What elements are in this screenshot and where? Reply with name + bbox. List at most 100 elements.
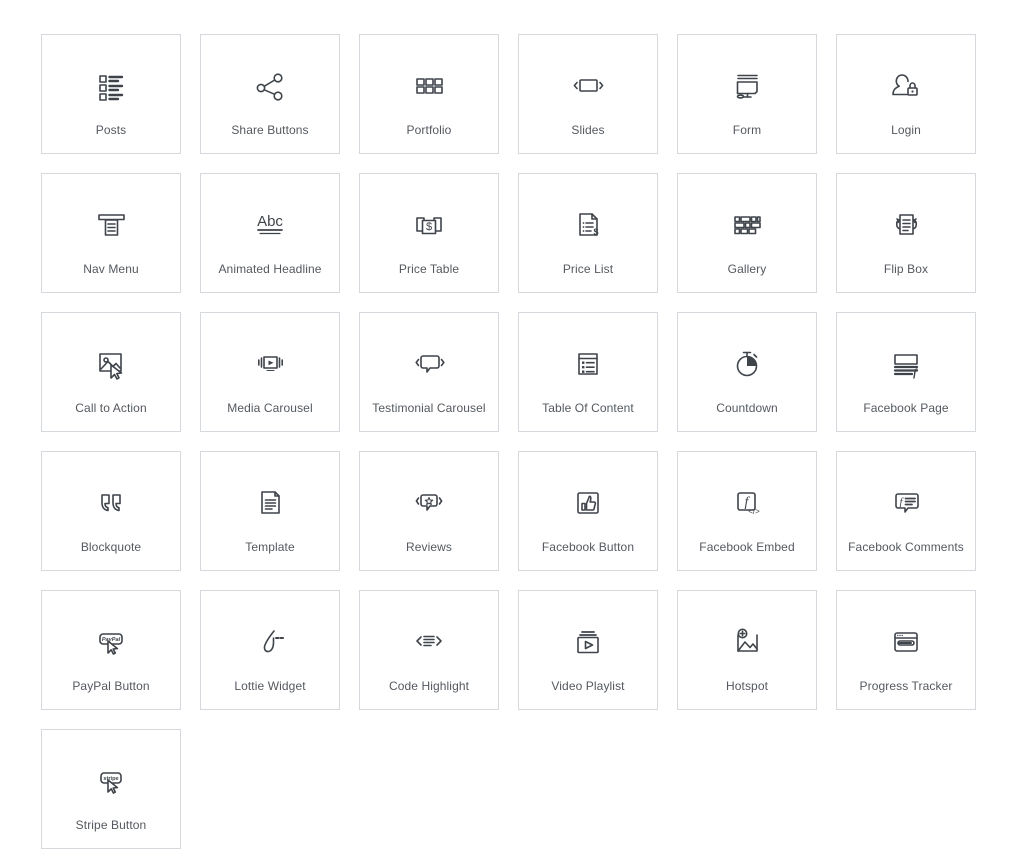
- gallery-masonry-icon: [678, 196, 816, 252]
- widget-card-progress-tracker[interactable]: Progress Tracker: [836, 590, 976, 710]
- widget-card-video-playlist[interactable]: Video Playlist: [518, 590, 658, 710]
- widget-card-call-to-action[interactable]: Call to Action: [41, 312, 181, 432]
- flip-card-arrows-icon: [837, 196, 975, 252]
- document-folded-icon: [201, 474, 339, 530]
- widget-label: Stripe Button: [75, 818, 147, 832]
- widget-card-code-highlight[interactable]: Code Highlight: [359, 590, 499, 710]
- widget-label: Gallery: [727, 262, 767, 276]
- svg-text:$: $: [593, 227, 598, 237]
- widget-card-flip-box[interactable]: Flip Box: [836, 173, 976, 293]
- widget-card-facebook-button[interactable]: Facebook Button: [518, 451, 658, 571]
- widget-label: Posts: [95, 123, 127, 137]
- stripe-button-cursor-icon: stripe: [42, 752, 180, 808]
- svg-text:stripe: stripe: [103, 776, 118, 782]
- widget-label: Call to Action: [75, 401, 147, 415]
- widget-card-form[interactable]: Form: [677, 34, 817, 154]
- widget-card-blockquote[interactable]: Blockquote: [41, 451, 181, 571]
- abc-underline-icon: Abc: [201, 196, 339, 252]
- media-play-carousel-icon: [201, 335, 339, 391]
- widget-label: Countdown: [716, 401, 778, 415]
- widget-label: Portfolio: [406, 123, 452, 137]
- widget-card-facebook-comments[interactable]: f Facebook Comments: [836, 451, 976, 571]
- lottie-stroke-icon: [201, 613, 339, 669]
- widget-label: Price List: [562, 262, 614, 276]
- image-cursor-icon: [42, 335, 180, 391]
- slide-arrows-icon: [519, 57, 657, 113]
- document-list-icon: [519, 335, 657, 391]
- widget-card-facebook-embed[interactable]: f </> Facebook Embed: [677, 451, 817, 571]
- widget-label: Price Table: [398, 262, 460, 276]
- widget-grid: Posts Share Buttons Portfolio Slides Form Log…: [0, 0, 1024, 849]
- price-document-dollar-icon: $: [519, 196, 657, 252]
- stopwatch-icon: [678, 335, 816, 391]
- widget-label: Facebook Comments: [848, 540, 964, 554]
- widget-label: PayPal Button: [72, 679, 150, 693]
- widget-label: Blockquote: [80, 540, 142, 554]
- facebook-comment-bubble-icon: f: [837, 474, 975, 530]
- widget-label: Video Playlist: [551, 679, 625, 693]
- widget-card-posts[interactable]: Posts: [41, 34, 181, 154]
- widget-card-paypal-button[interactable]: PayPal PayPal Button: [41, 590, 181, 710]
- widget-label: Facebook Page: [863, 401, 949, 415]
- widget-label: Animated Headline: [218, 262, 322, 276]
- user-lock-icon: [837, 57, 975, 113]
- facebook-code-icon: f </>: [678, 474, 816, 530]
- widget-label: Hotspot: [725, 679, 769, 693]
- widget-label: Table Of Content: [542, 401, 634, 415]
- widget-label: Media Carousel: [227, 401, 313, 415]
- video-playlist-play-icon: [519, 613, 657, 669]
- image-plus-icon: [678, 613, 816, 669]
- widget-card-price-list[interactable]: $ Price List: [518, 173, 658, 293]
- grid-six-squares-icon: [360, 57, 498, 113]
- widget-card-animated-headline[interactable]: Abc Animated Headline: [200, 173, 340, 293]
- widget-label: Facebook Embed: [699, 540, 795, 554]
- widget-card-facebook-page[interactable]: f Facebook Page: [836, 312, 976, 432]
- widget-label: Template: [245, 540, 295, 554]
- widget-label: Slides: [571, 123, 605, 137]
- widget-label: Form: [732, 123, 762, 137]
- browser-progress-bar-icon: [837, 613, 975, 669]
- speech-bubble-star-icon: [360, 474, 498, 530]
- widget-card-nav-menu[interactable]: Nav Menu: [41, 173, 181, 293]
- widget-card-gallery[interactable]: Gallery: [677, 173, 817, 293]
- widget-card-testimonial-carousel[interactable]: Testimonial Carousel: [359, 312, 499, 432]
- widget-label: Share Buttons: [231, 123, 309, 137]
- quotation-marks-icon: [42, 474, 180, 530]
- nav-dropdown-icon: [42, 196, 180, 252]
- widget-card-template[interactable]: Template: [200, 451, 340, 571]
- widget-label: Nav Menu: [83, 262, 139, 276]
- widget-label: Facebook Button: [541, 540, 635, 554]
- widget-label: Progress Tracker: [859, 679, 953, 693]
- widget-card-portfolio[interactable]: Portfolio: [359, 34, 499, 154]
- widget-label: Login: [891, 123, 921, 137]
- share-nodes-icon: [201, 57, 339, 113]
- paypal-button-cursor-icon: PayPal: [42, 613, 180, 669]
- facebook-page-banner-icon: f: [837, 335, 975, 391]
- widget-card-reviews[interactable]: Reviews: [359, 451, 499, 571]
- price-panels-dollar-icon: $: [360, 196, 498, 252]
- widget-card-stripe-button[interactable]: stripe Stripe Button: [41, 729, 181, 849]
- widget-card-login[interactable]: Login: [836, 34, 976, 154]
- widget-card-share-buttons[interactable]: Share Buttons: [200, 34, 340, 154]
- widget-card-hotspot[interactable]: Hotspot: [677, 590, 817, 710]
- svg-text:f: f: [899, 496, 904, 508]
- svg-text:</>: </>: [748, 507, 760, 516]
- widget-card-price-table[interactable]: $ Price Table: [359, 173, 499, 293]
- svg-text:$: $: [426, 221, 432, 233]
- svg-text:f: f: [913, 367, 918, 379]
- svg-text:PayPal: PayPal: [102, 637, 121, 643]
- widget-label: Lottie Widget: [234, 679, 306, 693]
- speech-bubble-arrows-icon: [360, 335, 498, 391]
- widget-card-lottie-widget[interactable]: Lottie Widget: [200, 590, 340, 710]
- posts-list-icon: [42, 57, 180, 113]
- svg-text:Abc: Abc: [257, 213, 283, 230]
- widget-card-countdown[interactable]: Countdown: [677, 312, 817, 432]
- widget-label: Code Highlight: [388, 679, 470, 693]
- code-brackets-lines-icon: [360, 613, 498, 669]
- widget-card-media-carousel[interactable]: Media Carousel: [200, 312, 340, 432]
- form-screen-icon: [678, 57, 816, 113]
- widget-card-slides[interactable]: Slides: [518, 34, 658, 154]
- widget-label: Testimonial Carousel: [372, 401, 486, 415]
- widget-card-table-of-content[interactable]: Table Of Content: [518, 312, 658, 432]
- widget-label: Flip Box: [883, 262, 929, 276]
